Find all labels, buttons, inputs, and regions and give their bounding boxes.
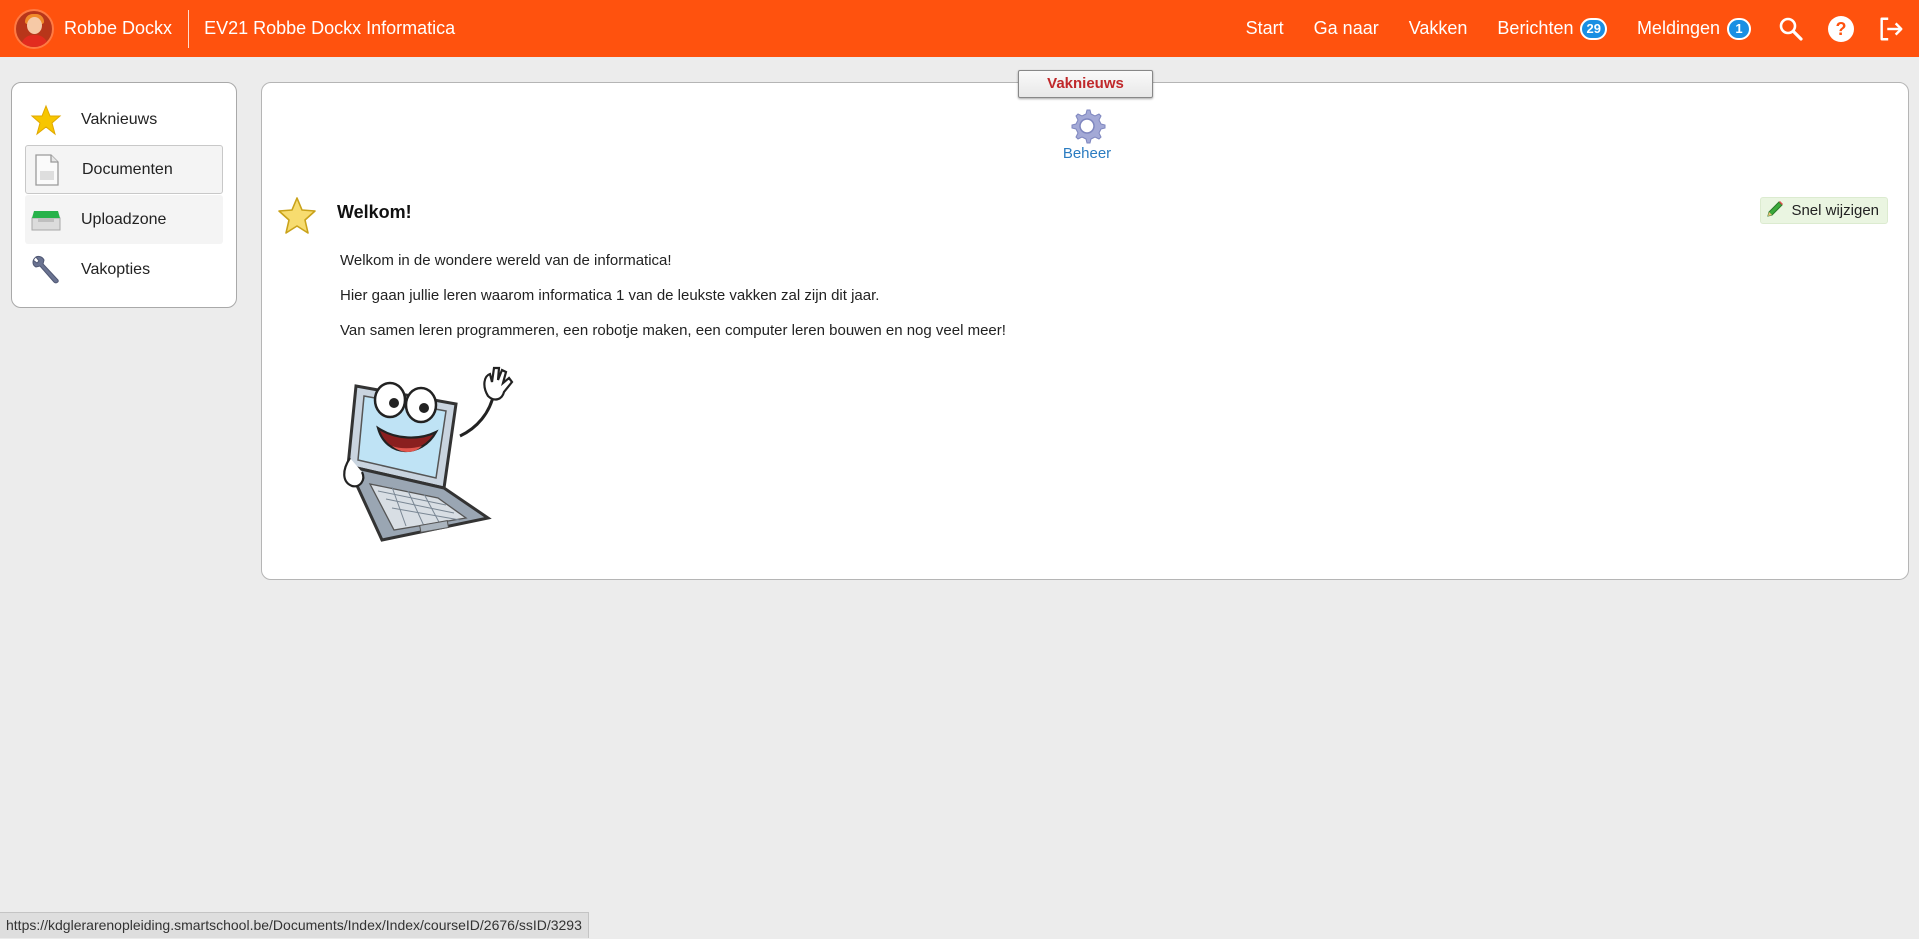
news-title: Welkom! — [337, 202, 412, 222]
course-name[interactable]: EV21 Robbe Dockx Informatica — [204, 18, 455, 39]
sidebar-item-label: Vakopties — [81, 260, 151, 278]
sidebar-item-label: Vaknieuws — [81, 110, 158, 128]
star-icon — [29, 103, 63, 137]
top-navigation-bar: Robbe Dockx EV21 Robbe Dockx Informatica… — [0, 0, 1919, 57]
browser-status-url: https://kdglerarenopleiding.smartschool.… — [0, 912, 589, 938]
search-icon[interactable] — [1777, 15, 1805, 43]
nav-meldingen[interactable]: Meldingen 1 — [1636, 17, 1751, 40]
news-body: Welkom in de wondere wereld van de infor… — [340, 251, 1006, 356]
svg-text:?: ? — [1836, 19, 1847, 39]
meldingen-count-badge: 1 — [1727, 17, 1751, 40]
laptop-mascot-image — [342, 358, 542, 543]
user-avatar[interactable] — [14, 8, 54, 49]
snel-wijzigen-label: Snel wijzigen — [1791, 202, 1879, 219]
beheer-label: Beheer — [1062, 145, 1112, 162]
news-paragraph: Welkom in de wondere wereld van de infor… — [340, 252, 672, 269]
course-sidebar: Vaknieuws Documenten Uploadzone Vakoptie… — [11, 82, 237, 308]
nav-meldingen-label: Meldingen — [1636, 18, 1720, 38]
sidebar-item-vaknieuws[interactable]: Vaknieuws — [25, 95, 223, 144]
wrench-icon — [29, 253, 63, 287]
header-left: Robbe Dockx EV21 Robbe Dockx Informatica — [0, 0, 455, 57]
sidebar-item-label: Documenten — [82, 160, 173, 178]
berichten-count-badge: 29 — [1580, 17, 1607, 40]
logout-icon[interactable] — [1877, 15, 1905, 43]
sidebar-item-label: Uploadzone — [81, 210, 167, 228]
sidebar-item-uploadzone[interactable]: Uploadzone — [25, 195, 223, 244]
document-icon — [30, 153, 64, 187]
help-icon[interactable]: ? — [1827, 15, 1855, 43]
news-paragraph: Hier gaan jullie leren waarom informatic… — [340, 287, 880, 304]
sidebar-item-vakopties[interactable]: Vakopties — [25, 245, 223, 294]
user-name[interactable]: Robbe Dockx — [64, 18, 172, 39]
panel-tab-vaknieuws: Vaknieuws — [1018, 70, 1153, 98]
nav-berichten[interactable]: Berichten 29 — [1497, 17, 1607, 40]
nav-start[interactable]: Start — [1246, 18, 1284, 39]
news-star-icon — [276, 195, 318, 237]
sidebar-item-documenten[interactable]: Documenten — [25, 145, 223, 194]
nav-ga-naar[interactable]: Ga naar — [1314, 18, 1379, 39]
pencil-icon — [1765, 199, 1791, 223]
snel-wijzigen-button[interactable]: Snel wijzigen — [1760, 197, 1888, 224]
nav-berichten-label: Berichten — [1497, 18, 1574, 38]
header-divider — [188, 9, 190, 48]
header-right: Start Ga naar Vakken Berichten 29 Meldin… — [1246, 0, 1919, 57]
gear-icon — [1042, 107, 1132, 145]
nav-vakken[interactable]: Vakken — [1409, 18, 1468, 39]
vaknieuws-panel: Vaknieuws Beheer Welkom! Snel wijzigen W… — [261, 70, 1909, 580]
beheer-button[interactable]: Beheer — [1042, 107, 1132, 162]
news-paragraph: Van samen leren programmeren, een robotj… — [340, 322, 1006, 339]
upload-tray-icon — [29, 203, 63, 237]
